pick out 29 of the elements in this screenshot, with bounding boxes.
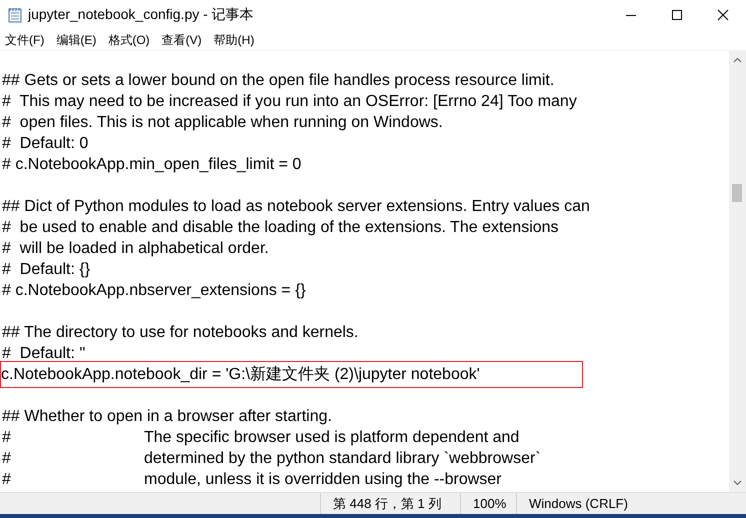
- code-line: # will be loaded in alphabetical order.: [1, 239, 270, 259]
- code-line: # Default: {}: [1, 260, 92, 280]
- maximize-icon: [671, 9, 683, 21]
- code-line: ## Gets or sets a lower bound on the open file handles process resource limit.: [1, 71, 556, 91]
- window-title: jupyter_notebook_config.py - 记事本: [28, 6, 254, 24]
- menu-item[interactable]: 编辑(E): [51, 30, 102, 50]
- scrollbar[interactable]: [729, 51, 746, 492]
- code-line: # This may need to be increased if you run into an OSError: [Errno 24] Too many: [1, 92, 578, 112]
- menu-item[interactable]: 文件(F): [0, 30, 50, 50]
- code-line: # Default: 0: [1, 134, 90, 154]
- menu-item[interactable]: 帮助(H): [208, 30, 260, 50]
- menu-item[interactable]: 查看(V): [156, 30, 207, 50]
- close-icon: [717, 9, 729, 21]
- code-line: ## Dict of Python modules to load as notebook server extensions. Entry values can: [1, 197, 591, 217]
- code-line: # open files. This is not applicable when running on Windows.: [1, 113, 444, 133]
- scrollbar-thumb[interactable]: [732, 184, 742, 202]
- notepad-icon: [8, 7, 22, 23]
- scroll-up-icon[interactable]: [733, 57, 742, 63]
- code-line: # c.NotebookApp.min_open_files_limit = 0: [1, 155, 302, 175]
- code-line: # be used to enable and disable the loading of the extensions. The extensions: [1, 218, 560, 238]
- code-line: # Default: '': [1, 344, 86, 364]
- code-line: ## The directory to use for notebooks and kernels.: [1, 323, 360, 343]
- menu-item[interactable]: 格式(O): [103, 30, 155, 50]
- code-line: ## Whether to open in a browser after starting.: [1, 407, 333, 427]
- code-line: # determined by the python standard library `webbrowser`: [1, 449, 542, 469]
- scroll-down-icon[interactable]: [733, 480, 742, 486]
- code-line: # c.NotebookApp.nbserver_extensions = {}: [1, 281, 307, 301]
- code-line: # The specific browser used is platform dependent and: [1, 428, 520, 448]
- code-line: # module, unless it is overridden using the --browser: [1, 470, 502, 490]
